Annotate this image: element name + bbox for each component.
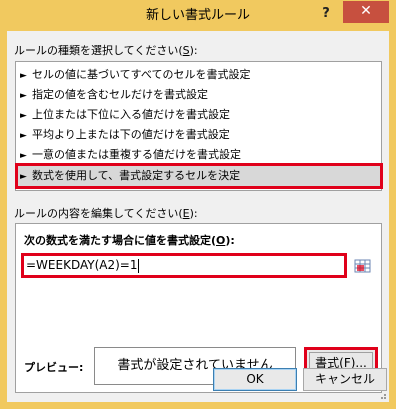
arrow-icon: ►	[20, 172, 27, 182]
arrow-icon: ►	[20, 91, 27, 101]
rule-type-item[interactable]: ► セルの値に基づいてすべてのセルを書式設定	[20, 65, 378, 85]
arrow-icon: ►	[20, 111, 27, 121]
formula-input[interactable]: =WEEKDAY(A2)=1	[21, 253, 347, 278]
rule-type-item[interactable]: ► 一意の値または重複する値だけを書式設定	[20, 145, 378, 165]
range-select-icon[interactable]	[354, 257, 372, 274]
dialog-body: ルールの種類を選択してください(S): ► セルの値に基づいてすべてのセルを書式設…	[7, 31, 389, 402]
rule-type-item[interactable]: ► 指定の値を含むセルだけを書式設定	[20, 85, 378, 105]
preview-label: プレビュー:	[24, 361, 84, 374]
help-button[interactable]: ?	[312, 4, 340, 24]
arrow-icon: ►	[20, 151, 27, 161]
rule-type-item[interactable]: ► 平均より上または下の値だけを書式設定	[20, 125, 378, 145]
dialog-window: 新しい書式ルール ? ✕ ルールの種類を選択してください(S): ► セルの値に基…	[0, 0, 396, 409]
close-button[interactable]: ✕	[343, 1, 389, 23]
formula-label: 次の数式を満たす場合に値を書式設定(O):	[24, 234, 235, 247]
rule-type-label: ルールの種類を選択してください(S):	[14, 44, 198, 57]
text-caret	[137, 258, 139, 273]
rule-type-item[interactable]: ► 上位または下位に入る値だけを書式設定	[20, 105, 378, 125]
rule-type-list[interactable]: ► セルの値に基づいてすべてのセルを書式設定 ► 指定の値を含むセルだけを書式設定 …	[15, 61, 383, 191]
cancel-button[interactable]: キャンセル	[303, 368, 387, 391]
rule-type-item-selected[interactable]: ► 数式を使用して、書式設定するセルを決定	[15, 163, 383, 189]
title-bar[interactable]: 新しい書式ルール ? ✕	[0, 0, 396, 31]
ok-button[interactable]: OK	[213, 368, 297, 391]
arrow-icon: ►	[20, 131, 27, 141]
rule-edit-label: ルールの内容を編集してください(E):	[14, 207, 198, 220]
resize-grip-icon[interactable]	[377, 390, 387, 400]
arrow-icon: ►	[20, 71, 27, 81]
